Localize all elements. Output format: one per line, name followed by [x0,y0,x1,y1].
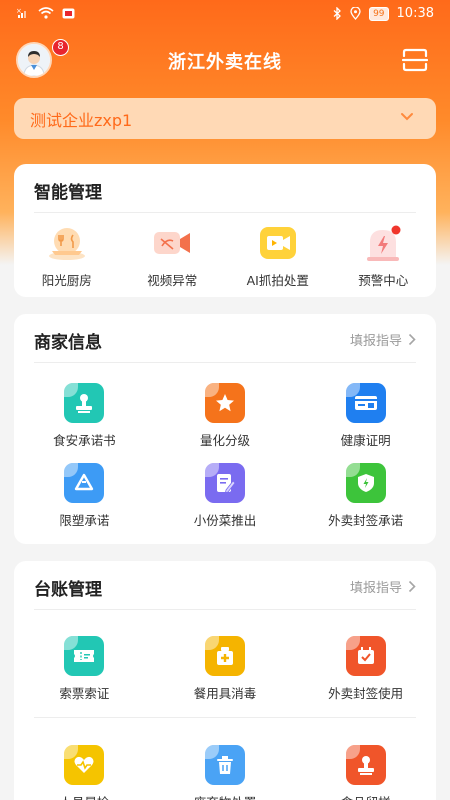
ledger-item-delivery-seal-usage[interactable]: 外卖封签使用 [295,636,436,702]
video-abnormal-icon [154,232,191,254]
ledger-item-label: 索票索证 [59,686,110,701]
ledger-item-ticket-certificate[interactable]: 索票索证 [14,636,155,702]
guide-label: 填报指导 [349,334,402,349]
status-bar: × 99 10:38 [0,0,450,30]
smart-item-label: AI抓拍处置 [246,273,309,288]
guide-label: 填报指导 [349,581,402,596]
merchant-item-delivery-seal-pledge[interactable]: 外卖封签承诺 [295,463,436,529]
divider [34,609,416,610]
wifi-icon [38,7,54,19]
app-header: 8 浙江外卖在线 [0,38,450,82]
ledger-grid-row-1: 索票索证 餐用具消毒 外卖封签使用 [14,636,436,702]
ledger-management-card: 台账管理 填报指导 索票索证 餐用具消毒 外卖封签使用 [14,561,436,800]
merchant-guide-link[interactable]: 填报指导 [350,330,416,349]
smart-grid: 阳光厨房 视频异常 AI抓拍处置 预警中心 [14,223,436,289]
chevron-right-icon [408,580,416,593]
divider [34,362,416,363]
app-screen: × 99 10:38 8 浙江外卖在线 测试企业zxp1 智能管理 阳光厨房 视… [0,0,450,800]
tile [204,463,245,503]
edit-document-icon [216,474,236,494]
ledger-item-label: 人员晨检 [59,792,109,800]
ledger-grid-row-2: 人员晨检 废弃物处置 食品留样 [14,745,436,800]
location-icon [350,7,361,20]
merchant-item-quantified-grading[interactable]: 量化分级 [155,383,296,449]
ledger-guide-link[interactable]: 填报指导 [350,577,416,596]
id-card-icon [354,396,377,410]
bluetooth-icon [333,7,342,20]
merchant-info-card: 商家信息 填报指导 食安承诺书 量化分级 健康证明 限塑承诺 小份菜推出 外卖封… [14,314,436,544]
merchant-item-label: 外卖封签承诺 [328,513,404,528]
clock: 10:38 [396,6,434,21]
divider [34,717,416,718]
svg-text:×: × [16,7,22,15]
tile [345,383,386,423]
shield-icon [357,474,374,492]
ai-capture-icon [259,227,296,259]
merchant-item-label: 健康证明 [340,433,391,448]
heart-pulse-icon [74,756,94,773]
signal-icon: × [16,7,26,18]
chevron-right-icon [408,333,416,346]
tile [204,383,245,423]
merchant-item-food-safety-pledge[interactable]: 食安承诺书 [14,383,155,449]
disinfect-icon [216,647,233,665]
recycle-icon [75,473,94,491]
smart-item-video-abnormal[interactable]: 视频异常 [120,223,226,289]
merchant-item-label: 限塑承诺 [59,513,110,528]
divider [34,212,416,213]
tile [204,745,245,785]
smart-item-alert-center[interactable]: 预警中心 [331,223,437,289]
notification-icon [62,8,75,18]
smart-item-sunshine-kitchen[interactable]: 阳光厨房 [14,223,120,289]
company-name: 测试企业zxp1 [30,110,133,130]
tile [204,636,245,676]
smart-item-ai-capture[interactable]: AI抓拍处置 [225,223,331,289]
smart-item-label: 阳光厨房 [41,273,92,288]
status-right: 99 10:38 [333,6,434,21]
sample-stamp-icon [357,756,374,775]
smart-management-card: 智能管理 阳光厨房 视频异常 AI抓拍处置 预警中心 [14,164,436,297]
ledger-item-label: 食品留样 [341,792,391,800]
alert-center-icon [367,225,401,261]
smart-item-label: 预警中心 [358,273,409,288]
merchant-item-label: 食安承诺书 [53,433,116,448]
tile [345,463,386,503]
stamp-icon [76,394,93,413]
battery-level: 99 [369,6,389,21]
trash-icon [216,756,233,774]
company-selector[interactable]: 测试企业zxp1 [14,98,436,139]
calendar-check-icon [357,647,374,664]
status-left: × [16,7,75,19]
ledger-item-tableware-disinfection[interactable]: 餐用具消毒 [155,636,296,702]
ledger-item-food-sample[interactable]: 食品留样 [295,745,436,800]
page-title: 浙江外卖在线 [168,52,282,73]
merchant-item-plastic-limit[interactable]: 限塑承诺 [14,463,155,529]
star-icon [215,394,234,412]
ledger-item-label: 餐用具消毒 [193,686,257,701]
smart-item-label: 视频异常 [147,273,198,288]
merchant-grid-row-2: 限塑承诺 小份菜推出 外卖封签承诺 [14,463,436,529]
section-title: 台账管理 [34,580,102,600]
ledger-item-label: 废弃物处置 [194,792,257,800]
ticket-icon [74,650,95,662]
ledger-item-waste-disposal[interactable]: 废弃物处置 [155,745,296,800]
merchant-item-small-portion[interactable]: 小份菜推出 [155,463,296,529]
chevron-down-icon [401,113,413,121]
tile [64,463,105,503]
ledger-item-label: 外卖封签使用 [328,686,404,701]
merchant-item-health-certificate[interactable]: 健康证明 [295,383,436,449]
ledger-item-staff-morning-check[interactable]: 人员晨检 [14,745,155,800]
section-title: 智能管理 [34,183,102,203]
tile [64,636,105,676]
tile [345,636,386,676]
scan-icon[interactable] [402,48,428,72]
tile [345,745,386,785]
sunshine-kitchen-icon [48,228,85,260]
tile [64,383,105,423]
merchant-grid-row-1: 食安承诺书 量化分级 健康证明 [14,383,436,449]
merchant-item-label: 小份菜推出 [193,513,257,528]
section-title: 商家信息 [34,333,102,353]
merchant-item-label: 量化分级 [199,433,250,448]
tile [64,745,105,785]
